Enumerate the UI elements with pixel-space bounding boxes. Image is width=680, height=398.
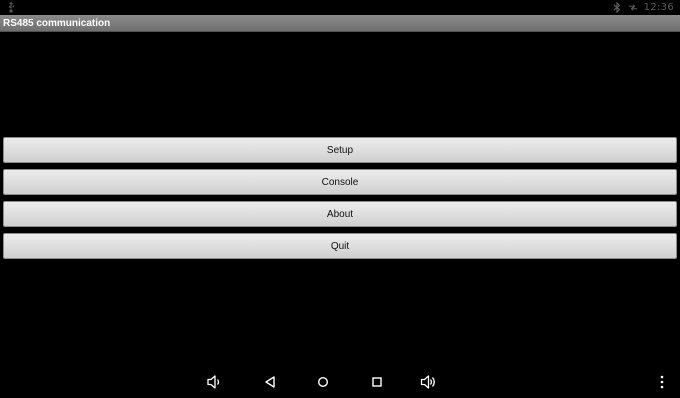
overflow-menu-icon[interactable] (654, 374, 670, 390)
status-bar: 12:36 (0, 0, 680, 15)
recent-apps-icon[interactable] (368, 374, 386, 390)
back-icon[interactable] (262, 374, 280, 390)
app-title: RS485 communication (3, 18, 111, 29)
home-icon[interactable] (314, 374, 332, 390)
data-transfer-icon (628, 4, 637, 11)
volume-up-icon[interactable] (420, 374, 438, 390)
volume-down-icon[interactable] (206, 374, 224, 390)
setup-button[interactable]: Setup (3, 137, 677, 163)
app-title-bar: RS485 communication (0, 15, 680, 32)
console-button[interactable]: Console (3, 169, 677, 195)
status-time: 12:36 (643, 2, 674, 13)
usb-icon (9, 2, 15, 13)
about-button[interactable]: About (3, 201, 677, 227)
bluetooth-icon (613, 2, 621, 13)
android-screen: 12:36 RS485 communication Setup Console … (0, 0, 680, 398)
quit-button[interactable]: Quit (3, 233, 677, 259)
status-icons: 12:36 (612, 1, 674, 14)
